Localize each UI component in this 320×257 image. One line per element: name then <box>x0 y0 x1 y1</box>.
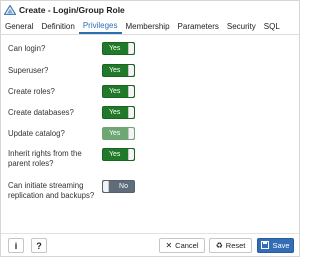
create-roles-label: Create roles? <box>8 87 55 96</box>
tab-membership[interactable]: Membership <box>122 18 174 34</box>
dialog-footer: i ? ✕ Cancel ♻ Reset Save <box>1 233 299 256</box>
save-icon <box>261 240 270 251</box>
update-catalog-label: Update catalog? <box>8 129 65 138</box>
tab-sql[interactable]: SQL <box>260 18 284 34</box>
tab-bar: General Definition Privileges Membership… <box>1 18 299 35</box>
reset-button[interactable]: ♻ Reset <box>209 238 252 253</box>
inherit-rights-toggle[interactable]: Yes <box>102 148 135 161</box>
reset-button-label: Reset <box>225 241 246 250</box>
superuser-toggle[interactable]: Yes <box>102 64 135 77</box>
tab-parameters[interactable]: Parameters <box>174 18 223 34</box>
recycle-icon: ♻ <box>215 241 223 250</box>
tab-privileges[interactable]: Privileges <box>78 18 122 34</box>
superuser-label: Superuser? <box>8 66 49 75</box>
dialog-title: Create - Login/Group Role <box>19 4 125 15</box>
close-icon: ✕ <box>165 241 173 250</box>
help-icon: ? <box>36 240 42 251</box>
save-button-label: Save <box>272 241 290 250</box>
pgadmin-logo-icon <box>4 4 16 15</box>
can-login-toggle[interactable]: Yes <box>102 42 135 55</box>
streaming-replication-toggle[interactable]: No <box>102 180 135 193</box>
inherit-rights-label: Inherit rights from the parent roles? <box>8 149 82 168</box>
info-button[interactable]: i <box>8 238 24 253</box>
update-catalog-toggle[interactable]: Yes <box>102 127 135 140</box>
tab-security[interactable]: Security <box>223 18 260 34</box>
streaming-replication-label: Can initiate streaming replication and b… <box>8 181 95 200</box>
dialog-titlebar[interactable]: Create - Login/Group Role <box>1 1 299 18</box>
cancel-button[interactable]: ✕ Cancel <box>159 238 205 253</box>
save-button[interactable]: Save <box>257 238 294 253</box>
tab-definition[interactable]: Definition <box>37 18 78 34</box>
can-login-label: Can login? <box>8 44 46 53</box>
cancel-button-label: Cancel <box>175 241 199 250</box>
create-role-dialog: Create - Login/Group Role General Defini… <box>0 0 300 257</box>
info-icon: i <box>14 240 18 251</box>
create-roles-toggle[interactable]: Yes <box>102 85 135 98</box>
create-databases-toggle[interactable]: Yes <box>102 106 135 119</box>
tab-general[interactable]: General <box>1 18 37 34</box>
help-button[interactable]: ? <box>31 238 47 253</box>
create-databases-label: Create databases? <box>8 108 74 117</box>
